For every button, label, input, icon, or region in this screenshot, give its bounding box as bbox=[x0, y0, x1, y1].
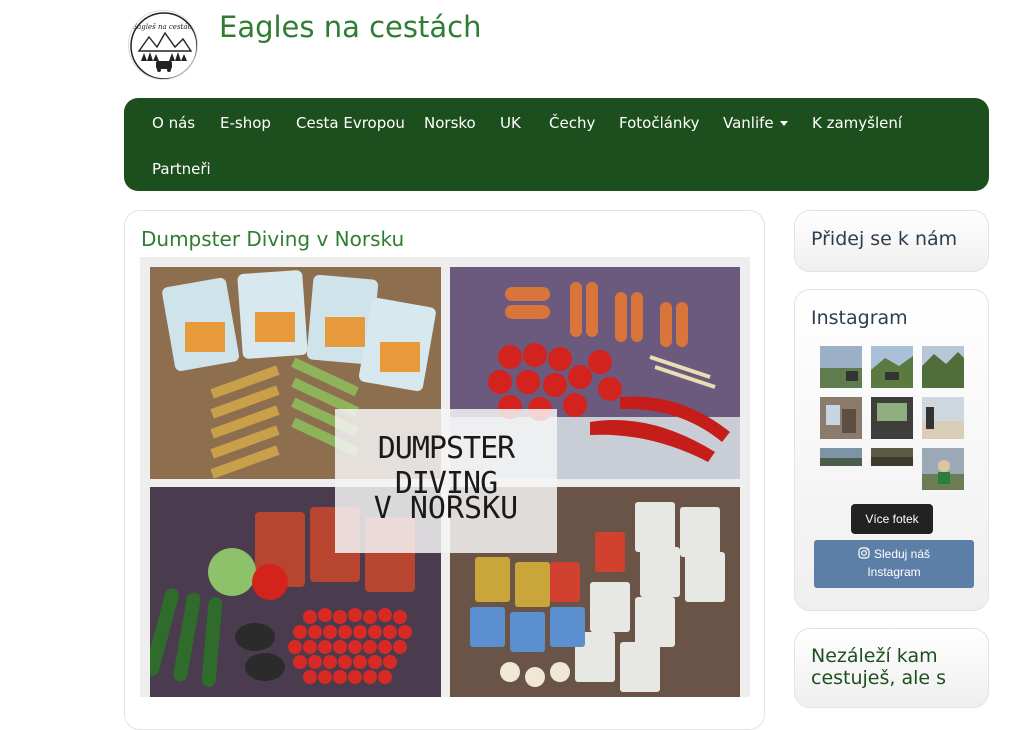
featured-image[interactable]: DUMPSTER DIVING V NORSKU bbox=[140, 257, 750, 697]
landscape-photo-icon bbox=[820, 346, 862, 388]
instagram-thumb-8[interactable] bbox=[871, 448, 913, 466]
landscape-photo-icon bbox=[922, 346, 964, 388]
instagram-thumb-2[interactable] bbox=[871, 346, 913, 388]
van-interior-photo-icon bbox=[820, 397, 862, 439]
nav-item-cechy[interactable]: Čechy bbox=[549, 114, 595, 132]
overlay-title-line2: V NORSKU bbox=[373, 491, 519, 526]
nav-item-uk[interactable]: UK bbox=[500, 114, 521, 132]
nav-item-e-shop[interactable]: E-shop bbox=[220, 114, 271, 132]
main-navigation: O nás E-shop Cesta Evropou Norsko UK Čec… bbox=[124, 98, 989, 191]
post-title[interactable]: Dumpster Diving v Norsku bbox=[141, 227, 404, 251]
widget-join: Přidej se k nám bbox=[794, 210, 989, 272]
landscape-photo-icon bbox=[820, 448, 862, 466]
van-interior-photo-icon bbox=[871, 397, 913, 439]
widget-quote: Nezáleží kam cestuješ, ale s bbox=[794, 628, 989, 708]
widget-quote-text: Nezáleží kam cestuješ, ale s bbox=[811, 645, 946, 689]
more-photos-button[interactable]: Více fotek bbox=[851, 504, 933, 534]
widget-instagram: Instagram Více fotek Sleduj náš Instagra… bbox=[794, 289, 989, 611]
caret-down-icon bbox=[779, 121, 788, 126]
nav-item-o-nas[interactable]: O nás bbox=[152, 114, 195, 132]
image-caption-overlay: DUMPSTER DIVING V NORSKU bbox=[335, 409, 557, 553]
instagram-icon bbox=[858, 547, 870, 562]
widget-join-title[interactable]: Přidej se k nám bbox=[811, 228, 957, 250]
widget-instagram-title: Instagram bbox=[811, 307, 908, 329]
svg-text:Eagleš na cestách: Eagleš na cestách bbox=[131, 23, 196, 31]
quote-line-2: cestuješ, ale s bbox=[811, 667, 947, 689]
instagram-thumb-6[interactable] bbox=[922, 397, 964, 439]
landscape-photo-icon bbox=[871, 346, 913, 388]
follow-button-label-2: Instagram bbox=[867, 565, 921, 580]
follow-button-line1: Sleduj náš bbox=[814, 540, 974, 562]
instagram-thumb-9[interactable] bbox=[922, 448, 964, 490]
follow-instagram-button[interactable]: Sleduj náš Instagram bbox=[814, 540, 974, 588]
people-photo-icon bbox=[922, 448, 964, 490]
follow-button-label-1: Sleduj náš bbox=[873, 547, 931, 561]
post-card: Dumpster Diving v Norsku DUMPSTER DIVING… bbox=[124, 210, 765, 730]
beach-photo-icon bbox=[922, 397, 964, 439]
nav-item-partneri[interactable]: Partneři bbox=[152, 160, 211, 178]
landscape-photo-icon bbox=[871, 448, 913, 466]
nav-item-cesta-evropou[interactable]: Cesta Evropou bbox=[296, 114, 405, 132]
nav-item-norsko[interactable]: Norsko bbox=[424, 114, 476, 132]
nav-item-fotoclanky[interactable]: Fotočlánky bbox=[619, 114, 699, 132]
nav-item-k-zamysleni[interactable]: K zamyšlení bbox=[812, 114, 902, 132]
quote-line-1: Nezáleží kam bbox=[811, 645, 938, 667]
site-logo[interactable]: Eagleš na cestách bbox=[128, 10, 198, 80]
logo-emblem-icon: Eagleš na cestách bbox=[130, 12, 197, 79]
site-title[interactable]: Eagles na cestách bbox=[219, 10, 481, 44]
instagram-thumb-5[interactable] bbox=[871, 397, 913, 439]
nav-item-vanlife[interactable]: Vanlife bbox=[723, 114, 788, 132]
instagram-thumb-4[interactable] bbox=[820, 397, 862, 439]
instagram-thumb-3[interactable] bbox=[922, 346, 964, 388]
instagram-thumb-1[interactable] bbox=[820, 346, 862, 388]
instagram-thumb-7[interactable] bbox=[820, 448, 862, 466]
nav-item-vanlife-label: Vanlife bbox=[723, 114, 774, 132]
